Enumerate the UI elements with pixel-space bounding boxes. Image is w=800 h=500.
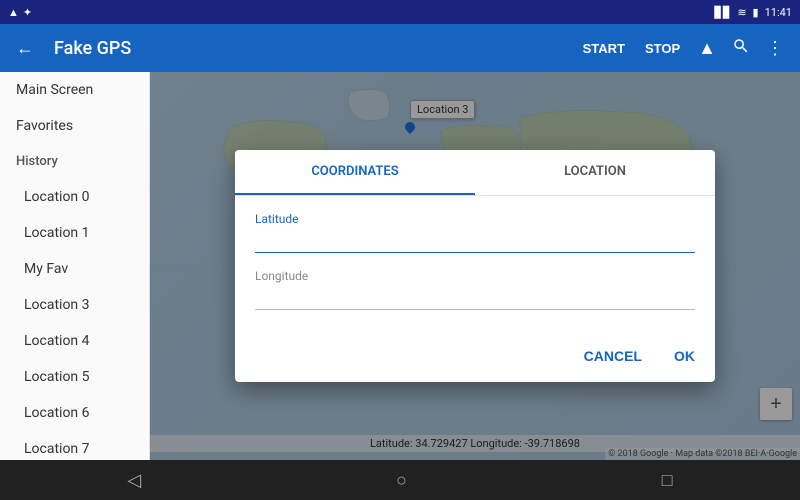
status-bar-left: ▲ ✦	[8, 6, 32, 19]
back-button[interactable]: ←	[12, 34, 38, 63]
nav-recent-button[interactable]: □	[642, 466, 693, 495]
status-bar: ▲ ✦ ▊▊ ≋ ▮ 11:41	[0, 0, 800, 24]
dialog-body: Latitude Longitude	[235, 196, 715, 334]
nav-back-button[interactable]: ◁	[107, 466, 161, 495]
app-bar: ← Fake GPS START STOP ▲ ⋮	[0, 24, 800, 72]
sidebar-item-main-screen[interactable]: Main Screen	[0, 72, 149, 108]
cancel-button[interactable]: CANCEL	[576, 342, 650, 370]
map-area[interactable]: Location 3 + Latitude: 34.729427 Longitu…	[150, 72, 800, 460]
sidebar: Main Screen Favorites History Location 0…	[0, 72, 150, 460]
sidebar-item-location6[interactable]: Location 6	[0, 395, 149, 431]
gps-icon: ✦	[23, 6, 32, 19]
more-button[interactable]: ⋮	[762, 34, 788, 63]
latitude-input-group: Latitude	[255, 212, 695, 253]
longitude-label: Longitude	[255, 269, 695, 283]
nav-home-button[interactable]: ○	[376, 466, 427, 495]
longitude-input[interactable]	[255, 285, 695, 310]
tab-location[interactable]: LOCATION	[475, 150, 715, 195]
bottom-nav: ◁ ○ □	[0, 460, 800, 500]
sidebar-item-location5[interactable]: Location 5	[0, 359, 149, 395]
latitude-label: Latitude	[255, 212, 695, 226]
app-title: Fake GPS	[54, 38, 561, 59]
layers-button[interactable]: ▲	[694, 34, 720, 63]
signal-icon: ▊▊	[714, 6, 731, 19]
sidebar-item-location3[interactable]: Location 3	[0, 287, 149, 323]
longitude-input-group: Longitude	[255, 269, 695, 310]
main-layout: Main Screen Favorites History Location 0…	[0, 72, 800, 460]
tab-coordinates[interactable]: COORDINATES	[235, 150, 475, 195]
stop-button[interactable]: STOP	[639, 37, 686, 60]
wifi-icon: ▲	[8, 6, 19, 19]
dialog-tabs: COORDINATES LOCATION	[235, 150, 715, 196]
time-display: 11:41	[765, 6, 792, 19]
sidebar-item-location0[interactable]: Location 0	[0, 179, 149, 215]
sidebar-item-favorites[interactable]: Favorites	[0, 108, 149, 144]
coordinates-dialog: COORDINATES LOCATION Latitude Longit	[235, 150, 715, 382]
battery-icon: ▮	[753, 6, 759, 19]
app-bar-actions: START STOP ▲ ⋮	[577, 33, 788, 64]
wifi-status-icon: ≋	[737, 6, 746, 19]
dialog-overlay: COORDINATES LOCATION Latitude Longit	[150, 72, 800, 460]
status-bar-right: ▊▊ ≋ ▮ 11:41	[714, 6, 792, 19]
sidebar-item-myfav[interactable]: My Fav	[0, 251, 149, 287]
dialog-actions: CANCEL OK	[235, 334, 715, 382]
sidebar-item-location7[interactable]: Location 7	[0, 431, 149, 460]
start-button[interactable]: START	[577, 37, 631, 60]
latitude-input[interactable]	[255, 228, 695, 253]
ok-button[interactable]: OK	[666, 342, 703, 370]
search-button[interactable]	[728, 33, 754, 64]
sidebar-item-location4[interactable]: Location 4	[0, 323, 149, 359]
sidebar-section-history: History	[0, 144, 149, 179]
sidebar-item-location1[interactable]: Location 1	[0, 215, 149, 251]
